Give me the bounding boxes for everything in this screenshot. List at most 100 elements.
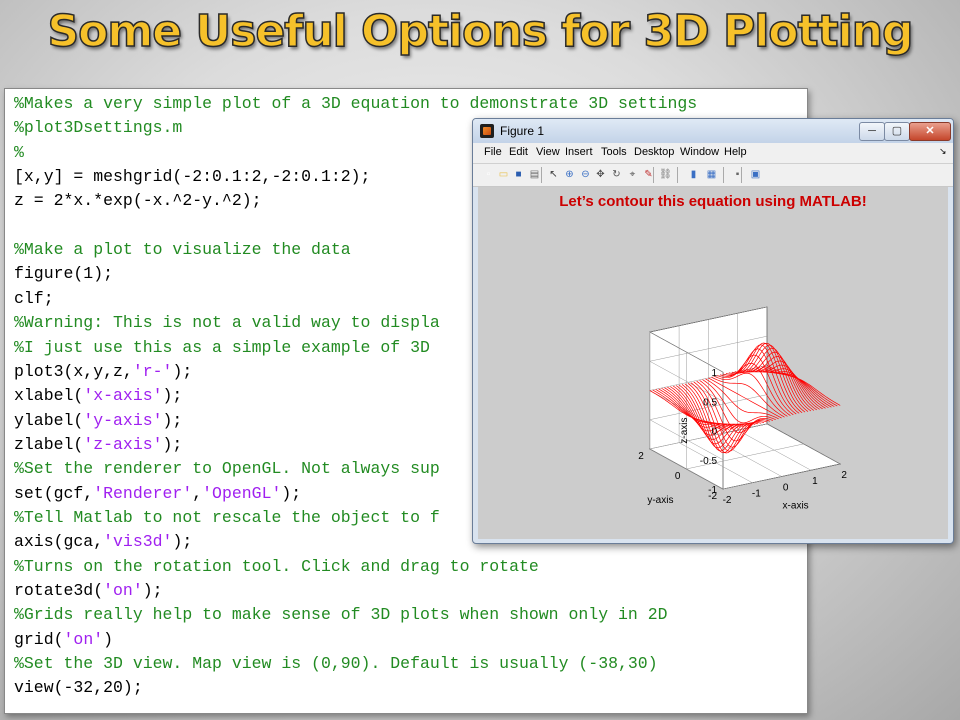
menu-view[interactable]: View — [536, 146, 560, 158]
data-cursor-icon[interactable]: ⌖ — [626, 168, 639, 181]
code-string: 'vis3d' — [103, 532, 173, 552]
code-token: ); — [162, 386, 183, 406]
code-token: ); — [142, 581, 163, 600]
x-tick-label: 2 — [841, 470, 847, 481]
y-axis-label: y-axis — [647, 495, 673, 506]
code-comment-line: %Makes a very simple plot of a 3D equati… — [14, 94, 698, 113]
pointer-icon[interactable]: ↖ — [547, 168, 560, 181]
slide-title: Some Useful Options for 3D Plotting — [47, 5, 915, 58]
zoom-out-icon[interactable]: ⊖ — [579, 168, 592, 181]
code-string: 'on' — [103, 581, 143, 600]
window-titlebar[interactable]: Figure 1 ─ ▢ ✕ — [473, 119, 953, 143]
code-comment-line: %plot3Dsettings.m — [14, 118, 183, 138]
code-string: 'OpenGL' — [202, 483, 282, 503]
figure-window: Figure 1 ─ ▢ ✕ File Edit View Insert Too… — [472, 118, 954, 544]
code-line: plot3(x,y,z,'r-'); — [14, 360, 192, 384]
toolbar-separator — [653, 167, 654, 183]
code-token: plot3(x,y,z, — [14, 361, 133, 381]
code-token: xlabel( — [14, 386, 84, 406]
code-token: ylabel( — [14, 410, 84, 430]
code-line: view(-32,20); — [14, 678, 143, 698]
code-line: ylabel('y-axis'); — [14, 409, 182, 433]
code-token: rotate3d( — [14, 581, 104, 600]
code-line: zlabel('z-axis'); — [14, 433, 182, 457]
z-tick-label: 0.5 — [703, 397, 717, 408]
rotate-3d-icon[interactable]: ↻ — [610, 168, 623, 181]
y-tick-label: 0 — [675, 471, 681, 482]
x-axis-label: x-axis — [783, 500, 809, 511]
toolbar-separator — [741, 167, 742, 183]
new-figure-icon[interactable]: ▫ — [482, 168, 495, 181]
menu-bar: File Edit View Insert Tools Desktop Wind… — [473, 143, 953, 164]
zoom-in-icon[interactable]: ⊕ — [563, 168, 576, 181]
code-token: ); — [162, 434, 183, 454]
open-file-icon[interactable]: ▭ — [497, 168, 510, 181]
code-token: set(gcf, — [14, 483, 94, 503]
x-tick-label: -2 — [723, 495, 732, 506]
toolbar-separator — [677, 167, 678, 183]
code-string: 'on' — [63, 629, 104, 649]
print-icon[interactable]: ▤ — [528, 168, 541, 181]
colorbar-icon[interactable]: ▮ — [687, 168, 700, 181]
data-series-line — [766, 365, 841, 406]
code-string: 'Renderer' — [93, 483, 193, 503]
menu-edit[interactable]: Edit — [509, 146, 528, 158]
toolbar-separator — [541, 167, 542, 183]
window-title: Figure 1 — [500, 124, 545, 138]
code-token: ); — [172, 361, 193, 381]
menu-desktop[interactable]: Desktop — [634, 146, 674, 158]
code-string: 'y-axis' — [83, 410, 163, 430]
code-line: set(gcf,'Renderer','OpenGL'); — [14, 482, 301, 506]
pan-icon[interactable]: ✥ — [594, 168, 607, 181]
code-token: ); — [281, 483, 302, 503]
menu-window[interactable]: Window — [680, 146, 719, 158]
menu-file[interactable]: File — [484, 146, 502, 158]
code-comment-line: %Set the 3D view. Map view is (0,90). De… — [14, 654, 658, 674]
code-comment-line: %Warning: This is not a valid way to dis… — [14, 313, 440, 333]
save-icon[interactable]: ■ — [512, 168, 525, 181]
menu-tools[interactable]: Tools — [601, 146, 627, 158]
code-line: xlabel('x-axis'); — [14, 384, 182, 408]
code-comment-line: %Grids really help to make sense of 3D p… — [14, 605, 668, 625]
code-line: clf; — [14, 288, 54, 308]
show-plot-tools-icon[interactable]: ▣ — [749, 168, 762, 181]
x-tick-label: -1 — [752, 489, 761, 500]
minimize-button[interactable]: ─ — [859, 122, 885, 141]
code-string: 'r-' — [132, 361, 173, 381]
menu-help[interactable]: Help — [724, 146, 747, 158]
plot3-chart[interactable]: -1-0.500.51-2-1012-202x-axisy-axisz-axis — [478, 187, 948, 539]
x-tick-label: 0 — [783, 482, 789, 493]
z-tick-label: 0 — [711, 427, 717, 438]
maximize-button[interactable]: ▢ — [884, 122, 910, 141]
close-button[interactable]: ✕ — [909, 122, 951, 141]
link-icon[interactable]: ⛓ — [659, 168, 672, 181]
code-token: ) — [103, 629, 114, 649]
hide-plot-tools-icon[interactable]: ▪ — [731, 168, 744, 181]
code-string: 'z-axis' — [83, 434, 163, 454]
code-comment-line: %I just use this as a simple example of … — [14, 337, 430, 357]
menu-insert[interactable]: Insert — [565, 146, 593, 158]
x-tick-label: 1 — [812, 476, 818, 487]
z-tick-label: -0.5 — [700, 456, 718, 467]
code-string: 'x-axis' — [83, 386, 163, 406]
code-line: figure(1); — [14, 264, 114, 284]
y-tick-label: -2 — [708, 491, 717, 502]
z-tick-label: 1 — [711, 368, 717, 379]
y-tick-label: 2 — [638, 451, 644, 462]
dock-arrow-icon[interactable]: ↘ — [939, 146, 947, 157]
code-comment-line: %Turns on the rotation tool. Click and d… — [14, 556, 539, 576]
code-token: , — [192, 483, 203, 503]
code-token: zlabel( — [14, 434, 84, 454]
figure-toolbar: ▫ ▭ ■ ▤ ↖ ⊕ ⊖ ✥ ↻ ⌖ ✎ ⛓ ▮ ▦ ▪ ▣ — [473, 164, 953, 187]
code-line: [x,y] = meshgrid(-2:0.1:2,-2:0.1:2); — [14, 167, 371, 187]
code-comment-line: % — [14, 142, 24, 162]
code-comment-line: %Set the renderer to OpenGL. Not always … — [14, 459, 440, 479]
toolbar-separator — [723, 167, 724, 183]
legend-icon[interactable]: ▦ — [705, 168, 718, 181]
matlab-figure-icon — [480, 124, 494, 138]
code-line: grid('on') — [14, 628, 113, 652]
code-line: z = 2*x.*exp(-x.^2-y.^2); — [14, 191, 262, 211]
code-token: axis(gca, — [14, 532, 104, 552]
code-token: grid( — [14, 629, 64, 649]
code-comment-line: %Tell Matlab to not rescale the object t… — [14, 507, 440, 527]
